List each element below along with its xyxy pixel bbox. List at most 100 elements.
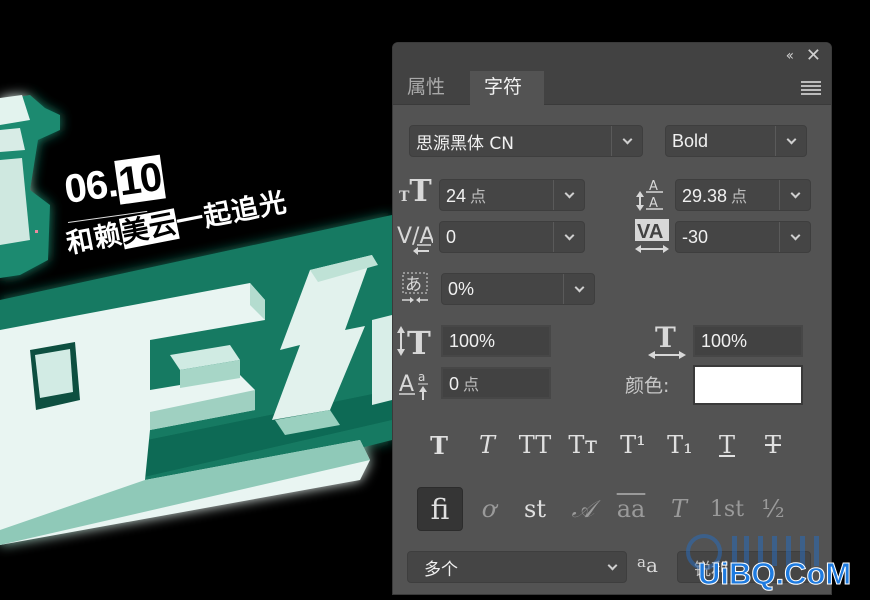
leading-field[interactable]: 29.38 点 (675, 179, 811, 211)
baseline-shift-field[interactable]: 0点 (441, 367, 551, 399)
tracking-field[interactable]: -30 (675, 221, 811, 253)
contextual-glyph: ơ (481, 495, 497, 523)
antialias-select[interactable]: 锐利 (677, 551, 811, 583)
tsume-field[interactable]: 0% (441, 273, 595, 305)
kerning-value: 0 (446, 226, 457, 247)
small-caps-button[interactable]: Tт (563, 425, 603, 465)
fractions-glyph: ½ (761, 495, 785, 523)
vertical-scale-icon: T (395, 323, 435, 362)
underline-button[interactable]: T (707, 425, 747, 465)
panel-menu-icon[interactable] (801, 81, 821, 95)
discretionary-ligatures-button[interactable]: st (515, 489, 555, 529)
titling-glyph: T (670, 495, 687, 523)
subscript-button[interactable]: T₁ (660, 425, 700, 465)
font-family-value: 思源黑体 CN (416, 133, 514, 154)
superscript-button[interactable]: T¹ (613, 425, 653, 465)
font-size-unit: 点 (470, 187, 487, 206)
leading-icon: AA (633, 177, 669, 211)
faux-italic-glyph: T (478, 431, 495, 459)
ordinals-button[interactable]: 1st (707, 489, 747, 529)
fractions-button[interactable]: ½ (753, 489, 793, 529)
character-panel: ‹‹ ✕ 属性 字符 思源黑体 CN Bold TT 24 点 AA 29.38 点… (392, 42, 832, 595)
swash-button[interactable]: 𝒜 (563, 489, 603, 529)
collapse-icon[interactable]: ‹‹ (786, 48, 794, 64)
font-style-value: Bold (672, 130, 709, 151)
baseline-shift-unit: 点 (463, 375, 480, 394)
svg-text:あ: あ (405, 275, 422, 295)
vertical-scale-value: 100% (449, 330, 496, 351)
font-size-value: 24 (446, 186, 467, 206)
3d-title-artwork (0, 95, 392, 545)
anchor-point (35, 230, 38, 233)
chevron-down-icon (790, 230, 800, 240)
subscript-glyph: T₁ (667, 431, 693, 459)
baseline-shift-icon: Aa (399, 367, 435, 401)
titling-alternates-button[interactable]: T (659, 489, 699, 529)
tsume-value: 0% (448, 278, 475, 299)
stylistic-glyph: aa (616, 495, 646, 523)
svg-text:VA: VA (637, 221, 663, 243)
tsume-dropdown[interactable] (563, 274, 594, 304)
tab-character[interactable]: 字符 (470, 71, 544, 105)
vertical-scale-field[interactable]: 100% (441, 325, 551, 357)
tsume-icon: あ (401, 271, 431, 305)
all-caps-button[interactable]: TT (515, 425, 555, 465)
font-family-dropdown[interactable] (611, 126, 642, 156)
language-dropdown[interactable] (598, 560, 626, 570)
panel-tabs: 属性 字符 (393, 71, 831, 105)
svg-text:T: T (655, 323, 676, 354)
svg-text:a: a (418, 370, 425, 384)
kerning-icon: V/A (397, 221, 435, 255)
standard-ligatures-button[interactable]: fi (417, 487, 463, 531)
faux-bold-glyph: T (430, 430, 448, 460)
close-icon[interactable]: ✕ (806, 46, 821, 66)
tracking-dropdown[interactable] (779, 222, 810, 252)
chevron-down-icon (607, 560, 617, 570)
kerning-dropdown[interactable] (553, 222, 584, 252)
chevron-down-icon (574, 282, 584, 292)
tab-properties[interactable]: 属性 (393, 71, 469, 105)
leading-dropdown[interactable] (779, 180, 810, 210)
chevron-down-icon (564, 230, 574, 240)
discretionary-glyph: st (524, 495, 546, 523)
kerning-field[interactable]: 0 (439, 221, 585, 253)
underline-glyph: T (718, 431, 735, 459)
contextual-alternates-button[interactable]: ơ (469, 489, 509, 529)
swash-glyph: 𝒜 (571, 495, 595, 523)
date-prefix: 06. (61, 161, 120, 213)
font-style-select[interactable]: Bold (665, 125, 807, 157)
strikethrough-button[interactable]: T (753, 425, 793, 465)
leading-value: 29.38 (682, 186, 728, 206)
font-style-dropdown[interactable] (775, 126, 806, 156)
horizontal-scale-icon: T (647, 321, 687, 361)
svg-text:T: T (407, 324, 431, 359)
strikethrough-glyph: T (764, 431, 781, 459)
chevron-down-icon (564, 188, 574, 198)
ordinals-glyph: 1st (709, 496, 745, 522)
leading-unit: 点 (731, 187, 748, 206)
selected-text: 10 (113, 154, 167, 205)
language-value: 多个 (424, 559, 458, 580)
antialias-icon: aa (637, 553, 658, 577)
tracking-value: -30 (682, 226, 709, 247)
font-size-field[interactable]: 24 点 (439, 179, 585, 211)
document-canvas[interactable]: 06.10 和赖美云一起追光 (0, 0, 392, 600)
faux-bold-button[interactable]: T (419, 425, 459, 465)
faux-italic-button[interactable]: T (467, 425, 507, 465)
color-label: 颜色: (625, 375, 670, 397)
ligature-glyph: fi (430, 492, 450, 526)
stylistic-alternates-button[interactable]: aa (611, 489, 651, 529)
horizontal-scale-field[interactable]: 100% (693, 325, 803, 357)
horizontal-scale-value: 100% (701, 330, 748, 351)
font-size-icon: TT (399, 174, 432, 209)
font-family-select[interactable]: 思源黑体 CN (409, 125, 643, 157)
baseline-shift-value: 0 (449, 374, 460, 394)
all-caps-glyph: TT (518, 431, 552, 459)
chevron-down-icon (622, 134, 632, 144)
language-select[interactable]: 多个 (407, 551, 627, 583)
small-caps-glyph: Tт (568, 431, 598, 459)
font-size-dropdown[interactable] (553, 180, 584, 210)
color-swatch[interactable] (693, 365, 803, 405)
panel-titlebar[interactable]: ‹‹ ✕ (393, 43, 831, 71)
chevron-down-icon (790, 188, 800, 198)
